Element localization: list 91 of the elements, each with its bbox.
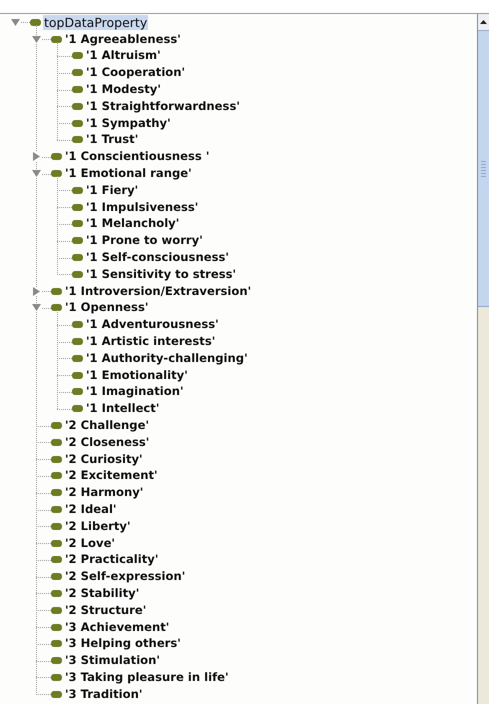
node-icon [51,304,62,312]
collapse-toggle[interactable] [32,34,41,44]
node-icon [72,321,83,328]
node-icon [51,170,62,178]
node-icon [72,405,83,412]
node-icon [51,590,62,597]
tree-item-label[interactable]: '2 Practicality' [64,552,160,568]
node-icon [51,438,62,446]
expand-toggle[interactable] [32,152,41,162]
collapse-toggle[interactable] [32,169,41,178]
node-icon [72,86,83,94]
node-icon [72,186,83,194]
tree-item-label[interactable]: '1 Intellect' [85,401,160,416]
node-icon [51,624,62,631]
scrollbar-thumb[interactable] [478,31,489,307]
tree-item-label[interactable]: '1 Impulsiveness' [85,200,200,215]
tree-item-label[interactable]: '1 Artistic interests' [85,334,216,350]
node-icon [51,606,62,614]
node-icon [51,489,62,496]
expand-toggle[interactable] [32,286,41,296]
node-icon [72,388,83,396]
tree-item-label[interactable]: '1 Cooperation' [85,65,186,80]
node-icon [51,522,62,530]
tree-item-label[interactable]: '1 Introversion/Extraversion' [64,284,252,299]
tree-item-label[interactable]: '1 Imagination' [85,384,185,400]
tree-item-label[interactable]: '2 Closeness' [64,434,150,450]
tree-item-label[interactable]: '3 Achievement' [64,620,170,635]
tree-item-label[interactable]: '1 Melancholy' [85,216,180,232]
tree-item-label[interactable]: '1 Sensitivity to stress' [85,266,238,282]
node-icon [51,153,62,160]
tree-item-label[interactable]: '2 Structure' [64,602,148,618]
tree-item-label[interactable]: '2 Love' [64,536,116,551]
collapse-toggle[interactable] [11,18,20,27]
tree-item-label[interactable]: '1 Openness' [64,300,150,316]
tree-item-label[interactable]: '2 Liberty' [64,518,132,534]
node-icon [72,204,83,211]
tree-item-label[interactable]: '1 Sympathy' [85,116,172,131]
tree-item-label[interactable]: '1 Altruism' [85,48,162,64]
tree-item-label[interactable]: '1 Prone to worry' [85,233,204,248]
node-icon [72,354,83,362]
node-icon [72,120,83,127]
tree-item-label[interactable]: '1 Emotional range' [64,166,193,182]
tree-item-label[interactable]: '1 Conscientiousness ' [64,149,210,164]
tree-item-label[interactable]: '1 Adventurousness' [85,317,220,332]
node-icon [51,556,62,564]
node-icon [72,254,83,262]
node-icon [30,18,41,26]
node-icon [51,657,62,664]
node-icon [72,372,83,379]
node-icon [72,270,83,278]
tree-item-label[interactable]: '1 Fiery' [85,182,140,198]
node-icon [51,36,62,43]
tree-item-label[interactable]: '2 Self-expression' [64,569,186,584]
node-icon [51,422,62,430]
tree-item-label[interactable]: '2 Harmony' [64,485,144,500]
node-icon [51,573,62,580]
node-icon [51,690,62,698]
node-icon [51,456,62,463]
node-icon [51,674,62,681]
scroll-up-button[interactable] [478,14,489,31]
node-icon [51,640,62,648]
tree-item-label[interactable]: '1 Modesty' [85,82,162,98]
tree-item-label[interactable]: '2 Challenge' [64,418,150,434]
tree-item-label[interactable]: '1 Straightforwardness' [85,98,241,114]
node-icon [51,506,62,513]
tree-item-label[interactable]: '3 Tradition' [64,686,144,702]
node-icon [72,338,83,346]
node-icon [72,136,83,144]
node-icon [51,288,62,295]
tree-item-label[interactable]: '1 Agreeableness' [64,32,182,47]
node-icon [72,220,83,228]
up-arrow-icon [480,20,487,24]
node-icon [72,237,83,244]
tree-item-label[interactable]: topDataProperty [43,14,148,30]
tree-item-label[interactable]: '1 Trust' [85,132,140,148]
collapse-toggle[interactable] [32,303,41,312]
tree-item-label[interactable]: '2 Stability' [64,586,140,601]
node-icon [51,540,62,547]
tree-item-label[interactable]: '3 Helping others' [64,636,182,652]
tree-item-label[interactable]: '2 Curiosity' [64,452,144,467]
node-icon [72,69,83,76]
tree-item-label[interactable]: '1 Self-consciousness' [85,250,230,266]
node-icon [51,472,62,480]
tree-item-label[interactable]: '2 Excitement' [64,468,159,484]
tree-item-label[interactable]: '1 Authority-challenging' [85,350,249,366]
node-icon [72,102,83,110]
tree-item-label[interactable]: '2 Ideal' [64,502,118,517]
tree-item-label[interactable]: '3 Stimulation' [64,653,161,668]
tree-item-label[interactable]: '1 Emotionality' [85,368,189,383]
tree-item-label[interactable]: '3 Taking pleasure in life' [64,670,230,685]
node-icon [72,52,83,60]
